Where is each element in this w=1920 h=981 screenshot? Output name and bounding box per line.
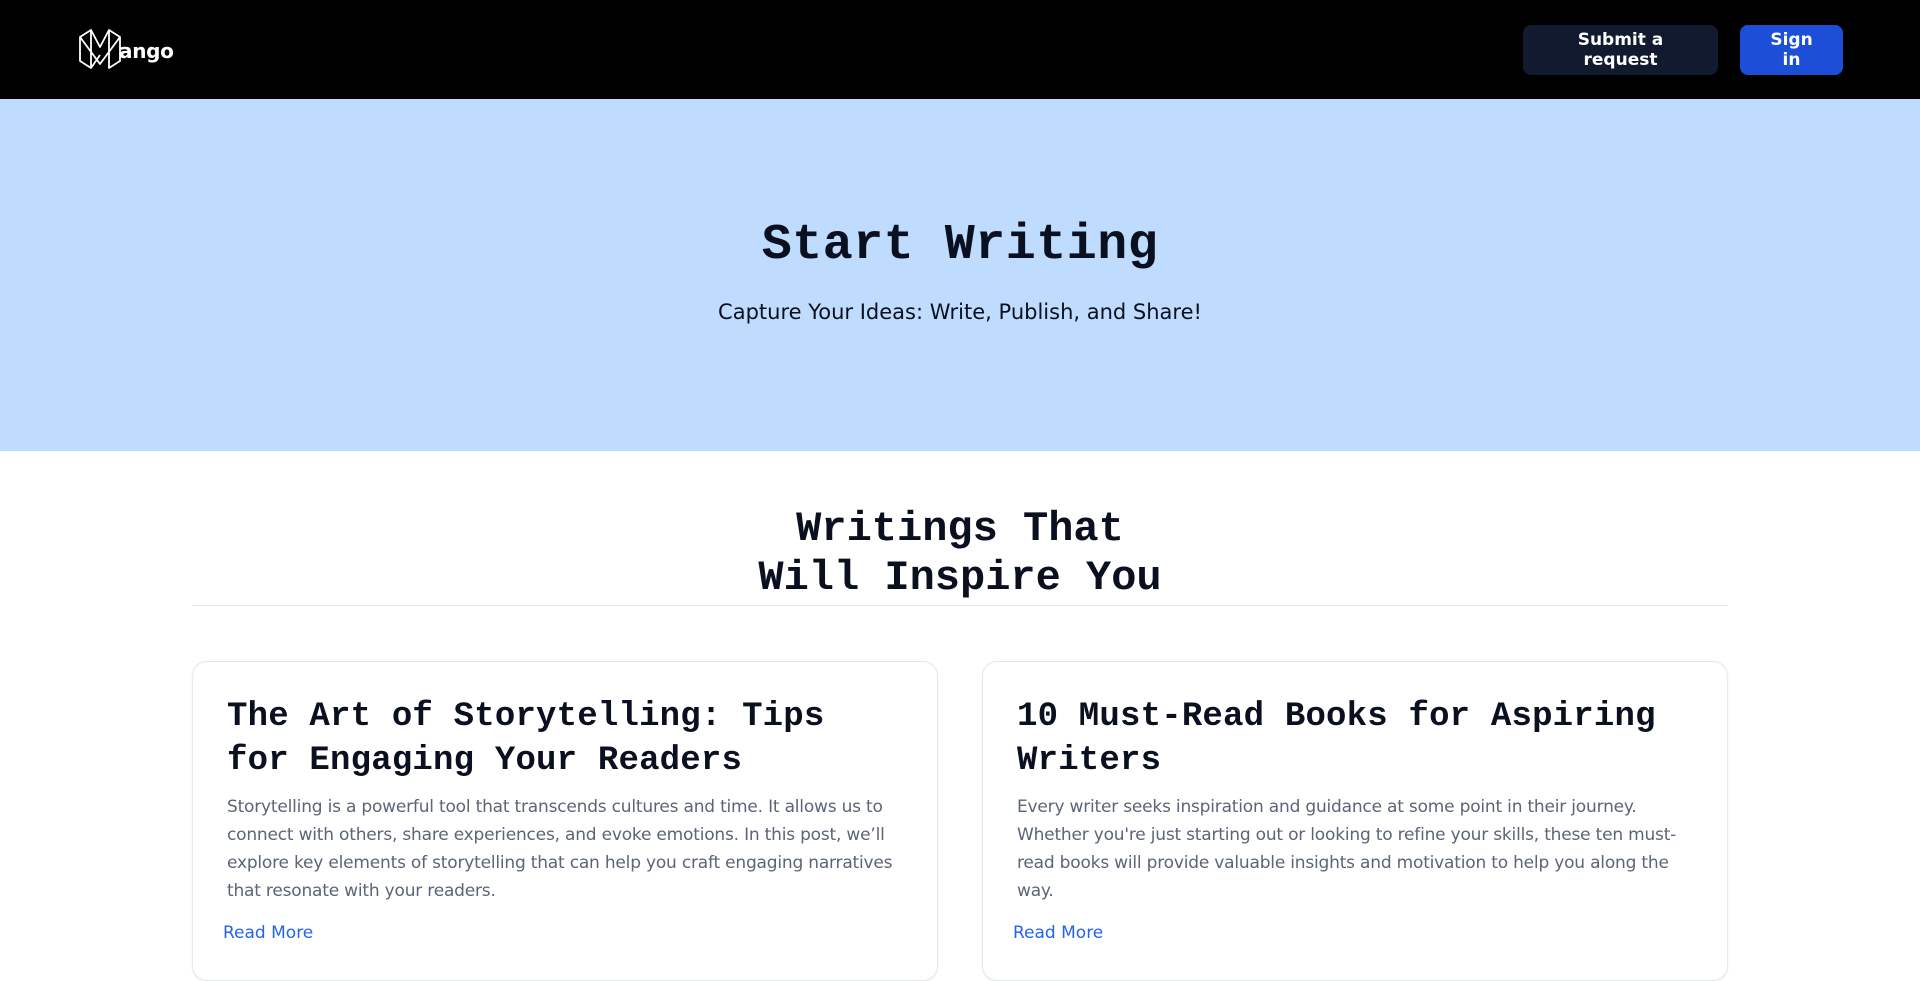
post-title[interactable]: The Art of Storytelling: Tips for Engagi… bbox=[227, 695, 903, 783]
hero-subtitle: Capture Your Ideas: Write, Publish, and … bbox=[718, 300, 1202, 324]
brand-logo-link[interactable]: ango bbox=[78, 28, 174, 72]
section-title: Writings That Will Inspire You bbox=[0, 505, 1920, 603]
section-title-line-1: Writings That bbox=[796, 505, 1124, 553]
mango-m-logo-icon bbox=[78, 28, 122, 72]
submit-request-button[interactable]: Submit a request bbox=[1523, 24, 1718, 75]
section-divider bbox=[192, 605, 1728, 606]
post-excerpt: Storytelling is a powerful tool that tra… bbox=[227, 797, 893, 901]
read-more-link[interactable]: Read More bbox=[1013, 923, 1693, 943]
post-title[interactable]: 10 Must-Read Books for Aspiring Writers bbox=[1017, 695, 1693, 783]
sign-in-button[interactable]: Sign in bbox=[1740, 24, 1843, 75]
top-navbar: ango Submit a request Sign in bbox=[0, 0, 1920, 99]
hero-title: Start Writing bbox=[761, 217, 1159, 274]
nav-actions: Submit a request Sign in bbox=[1523, 24, 1843, 75]
read-more-link[interactable]: Read More bbox=[223, 923, 903, 943]
brand-name: ango bbox=[119, 38, 174, 63]
hero-banner: Start Writing Capture Your Ideas: Write,… bbox=[0, 99, 1920, 451]
post-excerpt: Every writer seeks inspiration and guida… bbox=[1017, 797, 1677, 901]
post-card: The Art of Storytelling: Tips for Engagi… bbox=[192, 661, 938, 981]
section-title-line-2: Will Inspire You bbox=[758, 554, 1162, 602]
post-card: 10 Must-Read Books for Aspiring Writers … bbox=[982, 661, 1728, 981]
